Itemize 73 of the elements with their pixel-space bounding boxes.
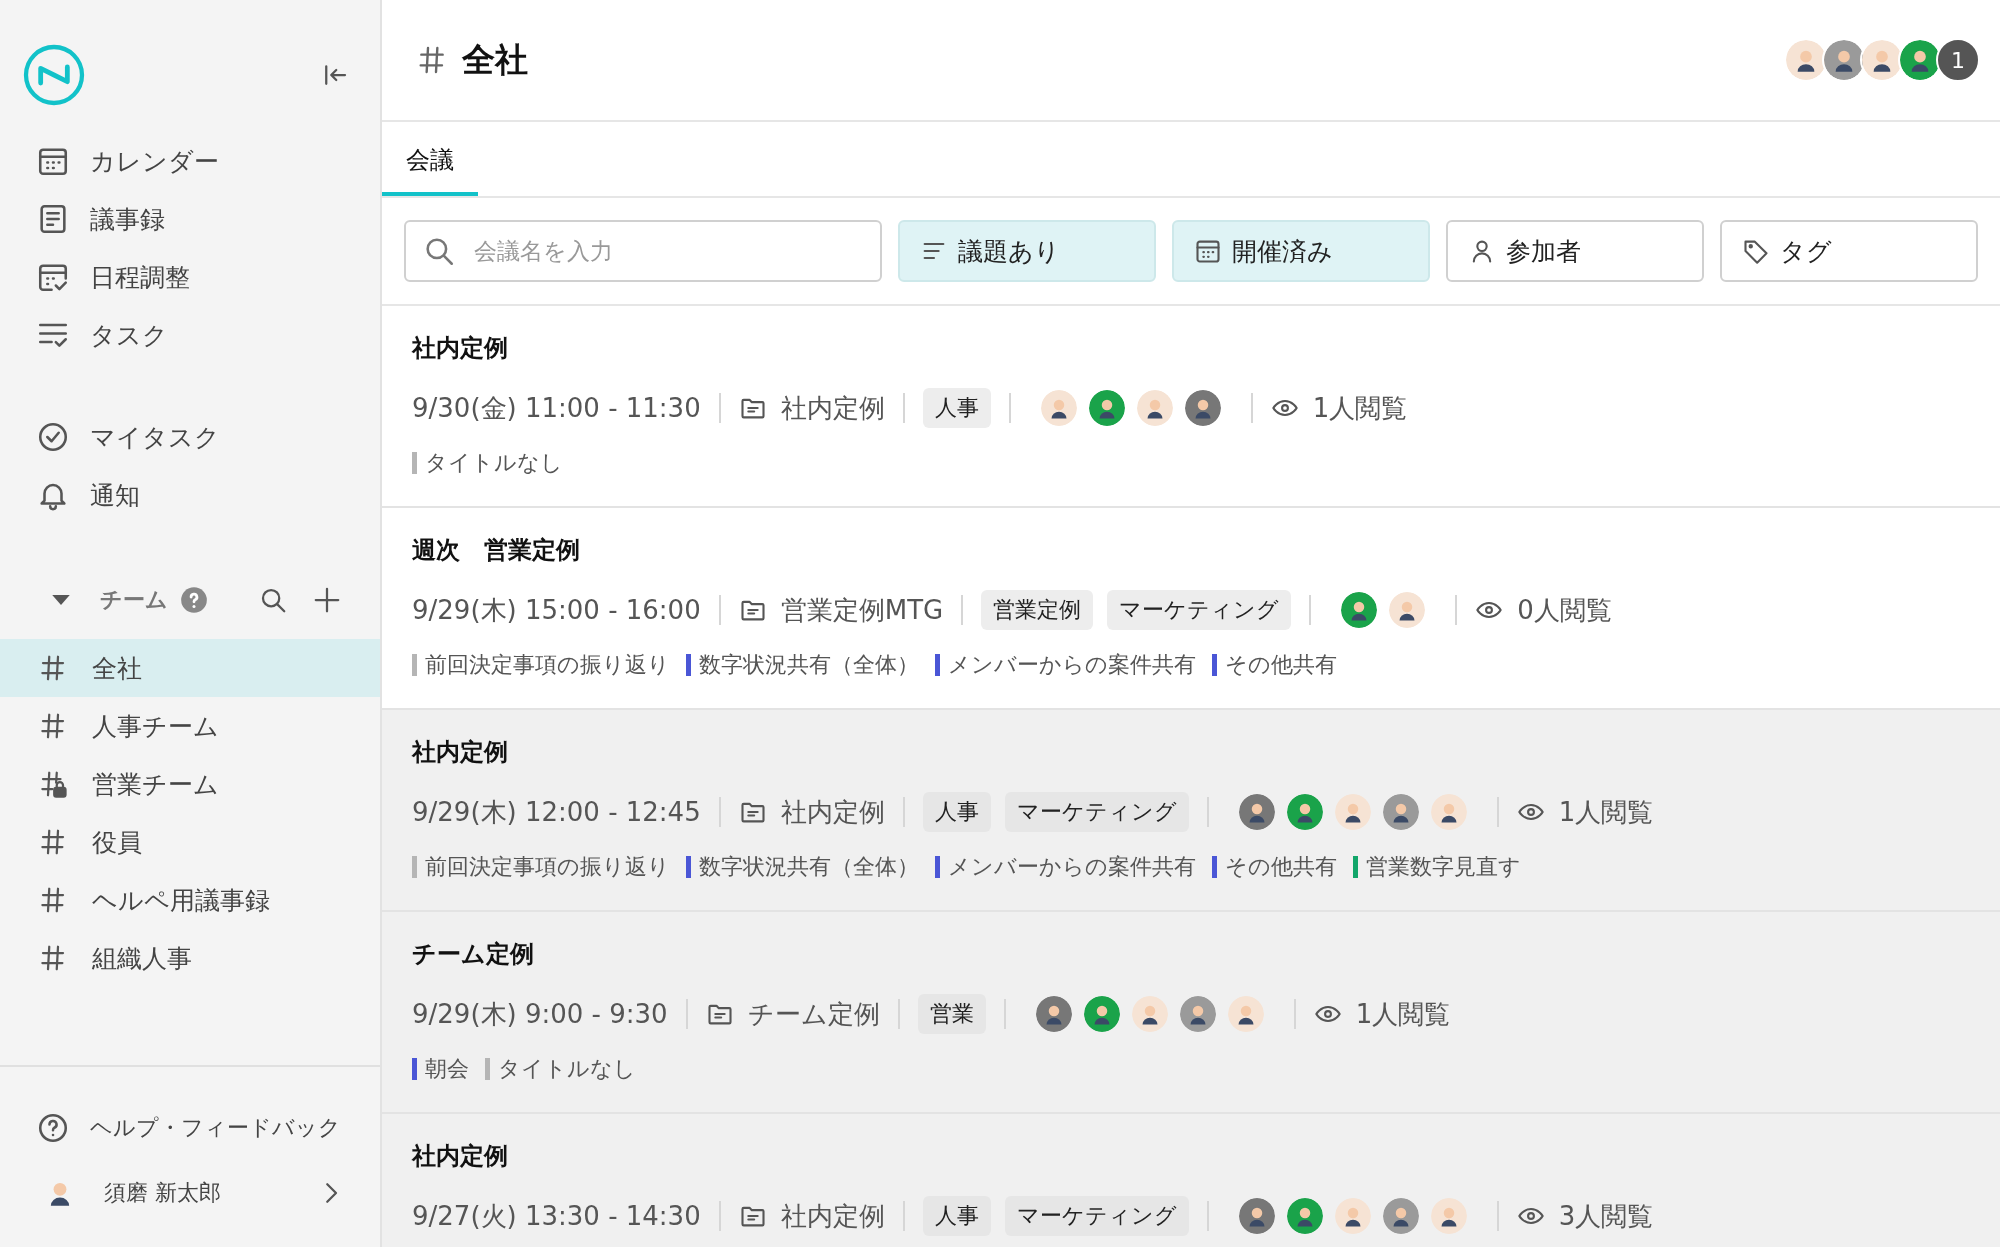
view-count: 1人閲覧 — [1558, 795, 1654, 829]
nav-item[interactable]: 日程調整 — [0, 248, 380, 306]
tag: マーケティング — [1004, 792, 1189, 832]
folder-name: 社内定例 — [780, 1199, 885, 1233]
tag: 人事 — [922, 1196, 991, 1236]
tag: 人事 — [922, 388, 991, 428]
logo-icon — [22, 43, 86, 107]
meeting-row[interactable]: チーム定例 9/29(木) 9:00 - 9:30 チーム定例 営業 1人閲覧 朝会 タイトルなし — [382, 912, 2000, 1114]
nav-item[interactable]: カレンダー — [0, 132, 380, 190]
collapse-toggle[interactable] — [52, 594, 70, 605]
search-field[interactable]: 会議名を入力 — [404, 220, 882, 282]
tag: 営業定例 — [981, 590, 1094, 630]
view-count: 0人閲覧 — [1517, 593, 1612, 627]
section-label: チーム — [100, 585, 168, 614]
meeting-title: 社内定例 — [412, 333, 509, 364]
help-icon — [180, 585, 208, 614]
agenda-item: 営業数字見直す — [1366, 853, 1521, 881]
view-count: 1人閲覧 — [1312, 391, 1408, 425]
meeting-row[interactable]: 社内定例 9/27(火) 13:30 - 14:30 社内定例 人事 マーケティング 3人閲覧 — [382, 1114, 2000, 1247]
agenda-item: 数字状況共有（全体） — [699, 853, 919, 881]
page-title: 全社 — [462, 38, 528, 81]
nav-item[interactable]: 議事録 — [0, 190, 380, 248]
view-count: 3人閲覧 — [1558, 1199, 1654, 1233]
meeting-title: 週次 営業定例 — [412, 535, 581, 566]
agenda-item: その他共有 — [1225, 853, 1337, 881]
channel-item[interactable]: 全社 — [0, 639, 380, 697]
meeting-title: チーム定例 — [412, 939, 535, 970]
meeting-time: 9/30(金) 11:00 - 11:30 — [412, 391, 701, 425]
agenda-item: タイトルなし — [425, 449, 563, 477]
agenda-item: その他共有 — [1225, 651, 1337, 679]
nav-item[interactable]: マイタスク — [0, 408, 380, 466]
nav-item[interactable]: タスク — [0, 306, 380, 364]
filter-button[interactable]: 議題あり — [898, 220, 1156, 282]
meeting-row[interactable]: 社内定例 9/29(木) 12:00 - 12:45 社内定例 人事 マーケティング 1人閲覧 前回決定事項の振り返り 数字状況共有（全体） メンバーからの案件共有 その他共有 営業数字見直す — [382, 710, 2000, 912]
agenda-item: 前回決定事項の振り返り — [425, 651, 670, 679]
channel-item[interactable]: 営業チーム — [0, 755, 380, 813]
meeting-time: 9/29(木) 15:00 - 16:00 — [412, 593, 701, 627]
folder-name: 営業定例MTG — [780, 593, 944, 627]
agenda-item: メンバーからの案件共有 — [948, 651, 1196, 679]
tag: 人事 — [922, 792, 991, 832]
agenda-item: 数字状況共有（全体） — [699, 651, 919, 679]
channel-item[interactable]: ヘルペ用議事録 — [0, 871, 380, 929]
locked-hash-icon — [38, 769, 68, 799]
channel-item[interactable]: 役員 — [0, 813, 380, 871]
tag: マーケティング — [1107, 590, 1292, 630]
help-link[interactable]: ヘルプ・フィードバック — [0, 1099, 346, 1157]
channel-item[interactable]: 組織人事 — [0, 929, 380, 987]
meeting-time: 9/29(木) 12:00 - 12:45 — [412, 795, 701, 829]
caret-icon — [52, 594, 70, 605]
member-count-badge: 1 — [1936, 38, 1980, 82]
agenda-item: メンバーからの案件共有 — [948, 853, 1196, 881]
agenda-item: タイトルなし — [498, 1055, 636, 1083]
folder-name: 社内定例 — [780, 391, 885, 425]
tag: 営業 — [917, 994, 986, 1034]
filter-button[interactable]: 参加者 — [1446, 220, 1704, 282]
view-count: 1人閲覧 — [1355, 997, 1451, 1031]
filter-button[interactable]: タグ — [1720, 220, 1978, 282]
nav-item[interactable]: 通知 — [0, 466, 380, 524]
agenda-item: 前回決定事項の振り返り — [425, 853, 670, 881]
filter-button[interactable]: 開催済み — [1172, 220, 1430, 282]
folder-name: 社内定例 — [780, 795, 885, 829]
agenda-item: 朝会 — [425, 1055, 469, 1083]
help-icon — [36, 1111, 70, 1145]
meeting-title: 社内定例 — [412, 737, 509, 768]
meeting-title: 社内定例 — [412, 1141, 509, 1172]
tag: マーケティング — [1004, 1196, 1189, 1236]
meeting-time: 9/29(木) 9:00 - 9:30 — [412, 997, 668, 1031]
user-menu[interactable]: 須磨 新太郎 — [0, 1163, 346, 1223]
tab[interactable]: 会議 — [382, 144, 478, 196]
check-circle-icon — [36, 420, 70, 454]
folder-name: チーム定例 — [747, 997, 880, 1031]
channel-item[interactable]: 人事チーム — [0, 697, 380, 755]
meeting-time: 9/27(火) 13:30 - 14:30 — [412, 1199, 701, 1233]
